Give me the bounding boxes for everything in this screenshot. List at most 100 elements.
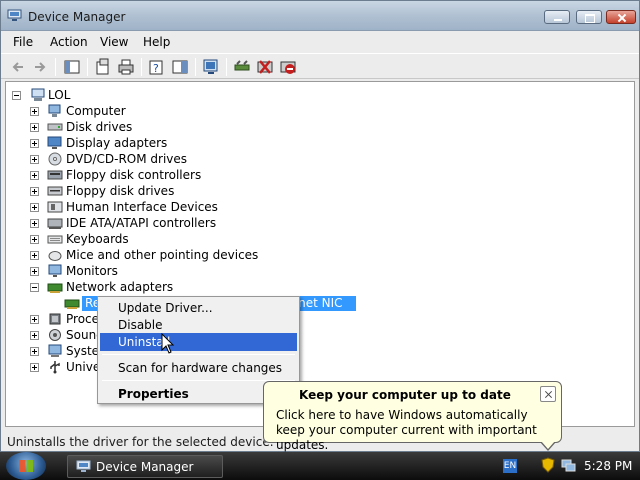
expand-icon[interactable] [30, 155, 39, 164]
expand-icon[interactable] [30, 171, 39, 180]
balloon-tail [540, 441, 556, 451]
category-label: Display adapters [66, 136, 168, 150]
keyboard-icon [47, 235, 63, 244]
processor-icon [49, 313, 61, 325]
menu-action[interactable]: Action [50, 35, 88, 49]
category-label: Unive [66, 360, 101, 374]
print-icon[interactable] [117, 58, 135, 76]
category-label: DVD/CD-ROM drives [66, 152, 188, 166]
show-hide-console-tree-icon[interactable] [63, 58, 81, 76]
toolbar-separator [87, 58, 88, 76]
balloon-body: Click here to have Windows automatically… [276, 408, 537, 452]
category-label: Mice and other pointing devices [66, 248, 259, 262]
menu-scan-hardware[interactable]: Scan for hardware changes [100, 359, 297, 377]
minimize-icon [545, 11, 569, 23]
expand-icon[interactable] [30, 235, 39, 244]
hid-icon [47, 201, 63, 213]
device-manager-icon [7, 9, 22, 21]
menu-help[interactable]: Help [143, 35, 170, 49]
toolbar-separator [55, 58, 56, 76]
taskbar-device-manager-button[interactable]: Device Manager [67, 455, 223, 478]
expand-icon[interactable] [30, 139, 39, 148]
expand-icon[interactable] [30, 187, 39, 196]
expand-icon[interactable] [30, 107, 39, 116]
expand-icon[interactable] [30, 123, 39, 132]
category-label: Network adapters [66, 280, 174, 294]
close-button[interactable] [606, 10, 636, 24]
help-icon[interactable]: ? [148, 58, 166, 76]
language-indicator[interactable]: EN [503, 459, 517, 473]
category-label: Disk drives [66, 120, 133, 134]
mouse-cursor-icon [161, 333, 175, 354]
category-label: Floppy disk controllers [66, 168, 202, 182]
category-label: Computer [66, 104, 126, 118]
balloon-close-icon[interactable] [540, 386, 556, 402]
maximize-icon [577, 11, 601, 23]
mouse-icon [48, 251, 62, 261]
update-balloon[interactable]: Keep your computer up to date Click here… [263, 381, 562, 452]
disable-device-icon[interactable] [279, 58, 297, 76]
menu-update-driver[interactable]: Update Driver... [100, 299, 297, 317]
menu-bar: File Action View Help [1, 32, 639, 52]
expand-icon[interactable] [30, 315, 39, 324]
network-adapter-icon [64, 299, 80, 309]
network-tray-icon[interactable] [560, 457, 576, 473]
minimize-button[interactable] [544, 10, 570, 24]
device-manager-icon [76, 460, 91, 472]
show-hide-action-pane-icon[interactable] [171, 58, 189, 76]
category-label: Human Interface Devices [66, 200, 218, 214]
category-label: IDE ATA/ATAPI controllers [66, 216, 217, 230]
floppy-controller-icon [47, 170, 63, 180]
close-icon [607, 11, 635, 23]
start-button[interactable] [6, 452, 46, 480]
toolbar-separator [141, 58, 142, 76]
uninstall-icon[interactable] [256, 58, 274, 76]
maximize-button[interactable] [576, 10, 602, 24]
expand-icon[interactable] [30, 363, 39, 372]
expand-icon[interactable] [30, 347, 39, 356]
security-shield-icon[interactable] [541, 457, 555, 473]
expand-icon[interactable] [30, 251, 39, 260]
ide-controller-icon [47, 218, 63, 229]
expand-icon[interactable] [30, 203, 39, 212]
taskbar-button-label: Device Manager [96, 460, 194, 474]
disk-drive-icon [47, 123, 63, 131]
window-title: Device Manager [28, 10, 126, 24]
menu-separator [102, 354, 295, 355]
menu-uninstall[interactable]: Uninstall [100, 333, 297, 351]
expand-icon[interactable] [30, 331, 39, 340]
usb-icon [50, 361, 60, 374]
menu-view[interactable]: View [100, 35, 128, 49]
network-adapter-icon [47, 283, 63, 293]
category-label: Proce [66, 312, 100, 326]
computer-icon [48, 104, 61, 117]
update-driver-icon[interactable] [233, 58, 251, 76]
collapse-icon[interactable] [12, 91, 21, 100]
floppy-drive-icon [47, 186, 63, 196]
toolbar-separator [195, 58, 196, 76]
svg-text:?: ? [153, 62, 159, 75]
menu-disable[interactable]: Disable [100, 316, 297, 334]
category-label: Monitors [66, 264, 118, 278]
monitor-icon [48, 264, 62, 277]
system-icon [48, 344, 62, 357]
expand-icon[interactable] [30, 267, 39, 276]
sound-icon [49, 329, 61, 341]
forward-icon[interactable] [31, 58, 49, 76]
computer-icon [31, 88, 45, 101]
properties-icon[interactable] [94, 58, 112, 76]
balloon-title: Keep your computer up to date [299, 388, 511, 402]
taskbar-clock[interactable]: 5:28 PM [584, 459, 632, 473]
menu-file[interactable]: File [13, 35, 33, 49]
dvd-icon [48, 152, 62, 166]
category-label: Keyboards [66, 232, 129, 246]
expand-icon[interactable] [30, 219, 39, 228]
toolbar-separator [226, 58, 227, 76]
toolbar: ? [1, 53, 639, 79]
back-icon[interactable] [9, 58, 27, 76]
category-label: Syste [66, 344, 100, 358]
collapse-icon[interactable] [30, 283, 39, 292]
title-bar[interactable]: Device Manager [1, 1, 639, 31]
category-label: Floppy disk drives [66, 184, 175, 198]
scan-hardware-icon[interactable] [202, 58, 220, 76]
